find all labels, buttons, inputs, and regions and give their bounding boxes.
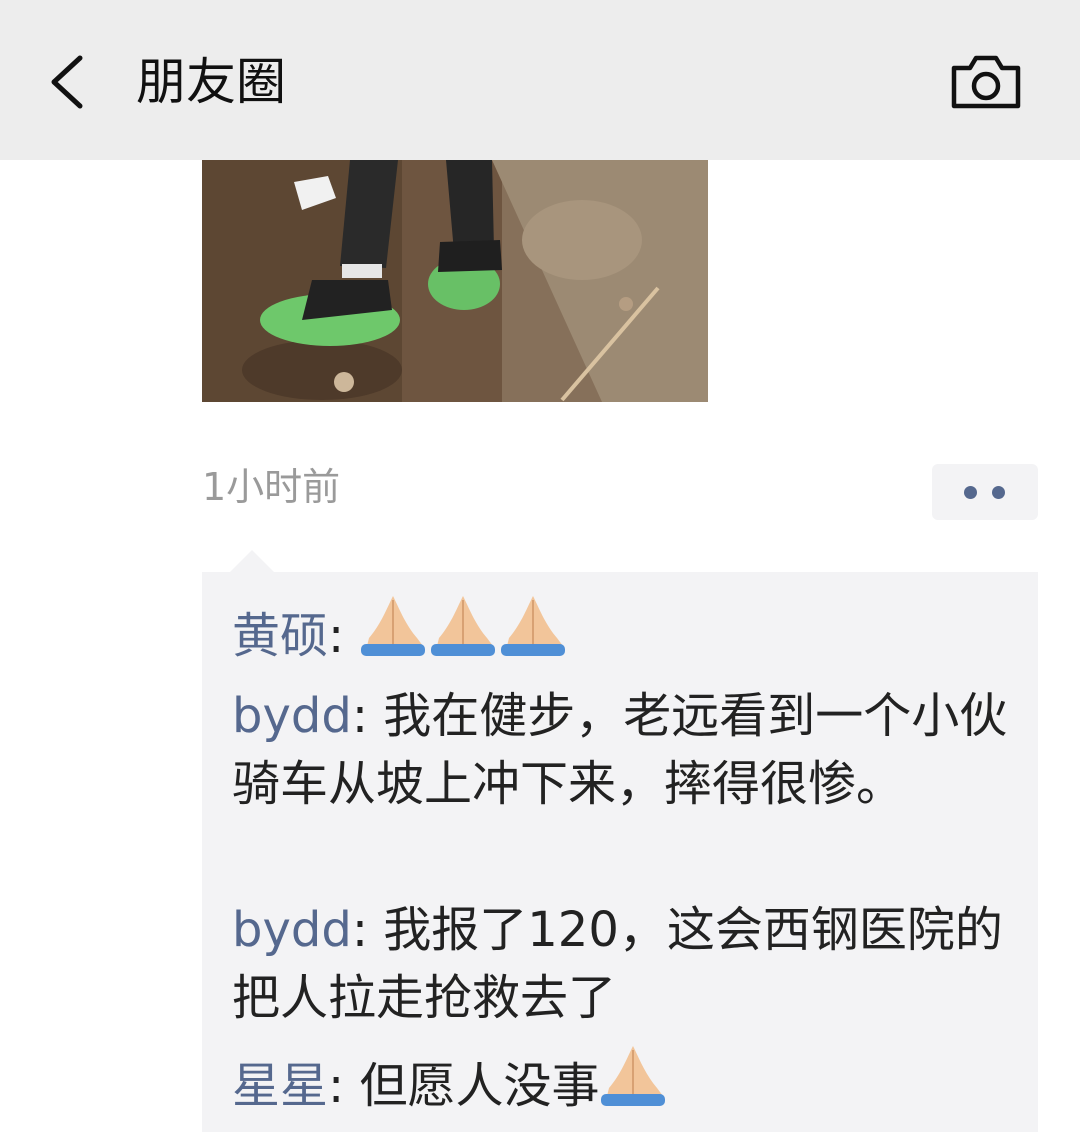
folded-hands-icon (359, 594, 569, 674)
comment-separator: : (328, 1058, 360, 1114)
comment-author[interactable]: 星星 (232, 1058, 328, 1114)
photo-image (202, 160, 708, 402)
chevron-left-icon[interactable] (40, 50, 100, 114)
top-nav-bar: 朋友圈 (0, 0, 1080, 160)
comment-separator: : (351, 902, 384, 958)
comment-author[interactable]: 黄硕 (232, 608, 328, 664)
comment-author[interactable]: bydd (232, 902, 352, 958)
comment-item[interactable]: 黄硕: (232, 594, 1022, 674)
comment-item[interactable]: bydd: 我在健步，老远看到一个小伙骑车从坡上冲下来，摔得很惨。 (232, 682, 1022, 818)
comment-item[interactable]: bydd: 我报了120，这会西钢医院的把人拉走抢救去了 (232, 896, 1022, 1032)
comments-pointer (230, 550, 274, 572)
comment-item[interactable]: 星星: 但愿人没事 (232, 1044, 1022, 1124)
comment-text: 但愿人没事 (359, 1058, 600, 1114)
post-timestamp: 1小时前 (202, 465, 341, 509)
page-title: 朋友圈 (136, 53, 286, 111)
camera-icon[interactable] (946, 50, 1026, 114)
post-photo[interactable] (202, 160, 708, 402)
more-options-button[interactable] (932, 464, 1038, 520)
more-dot-icon (964, 486, 977, 499)
comment-separator: : (328, 608, 360, 664)
comment-author[interactable]: bydd (232, 688, 352, 744)
comments-section: 黄硕: bydd: 我在健步，老远看到一个小伙骑车从坡上冲下来，摔得很惨。 by… (202, 572, 1038, 1132)
folded-hands-icon (599, 1044, 669, 1124)
comment-separator: : (351, 688, 384, 744)
more-dot-icon (992, 486, 1005, 499)
